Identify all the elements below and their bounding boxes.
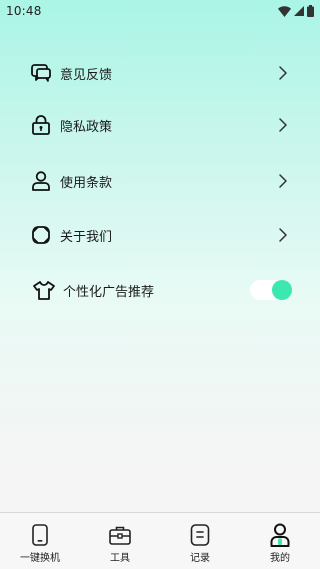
menu-item-label: 个性化广告推荐 xyxy=(63,284,155,300)
menu-item-label: 关于我们 xyxy=(60,229,113,245)
tab-label: 工具 xyxy=(110,553,130,564)
tab-label: 我的 xyxy=(270,553,290,564)
menu-item-personalized-ads: 个性化广告推荐 xyxy=(33,272,292,308)
tab-records[interactable]: 记录 xyxy=(160,513,240,569)
tab-label: 记录 xyxy=(190,553,210,564)
menu-item-privacy-policy[interactable]: 隐私政策 xyxy=(30,107,292,143)
bottom-tab-bar: 一键换机 工具 记录 我的 xyxy=(0,512,320,569)
user-icon xyxy=(30,170,52,192)
tab-mine[interactable]: 我的 xyxy=(240,513,320,569)
status-time: 10:48 xyxy=(6,4,42,18)
lock-icon xyxy=(30,114,52,136)
chevron-right-icon xyxy=(278,117,288,133)
menu-item-about-us[interactable]: 关于我们 xyxy=(30,217,292,253)
tab-one-click-migration[interactable]: 一键换机 xyxy=(0,513,80,569)
shirt-icon xyxy=(33,279,55,301)
personalized-ads-toggle[interactable] xyxy=(250,280,292,300)
menu-item-label: 使用条款 xyxy=(60,175,113,191)
menu-item-feedback[interactable]: 意见反馈 xyxy=(30,55,292,91)
chevron-right-icon xyxy=(278,65,288,81)
wifi-icon xyxy=(278,5,291,17)
phone-icon xyxy=(28,523,52,547)
cellular-signal-icon xyxy=(294,6,304,16)
profile-icon xyxy=(268,523,292,547)
record-icon xyxy=(188,523,212,547)
menu-item-label: 隐私政策 xyxy=(60,119,113,135)
toolbox-icon xyxy=(108,523,132,547)
about-icon xyxy=(30,224,52,246)
toggle-knob xyxy=(272,280,292,300)
status-icons xyxy=(278,4,314,18)
chevron-right-icon xyxy=(278,227,288,243)
menu-item-label: 意见反馈 xyxy=(60,67,113,83)
menu-item-terms-of-use[interactable]: 使用条款 xyxy=(30,163,292,199)
chevron-right-icon xyxy=(278,173,288,189)
tab-tools[interactable]: 工具 xyxy=(80,513,160,569)
feedback-icon xyxy=(30,62,52,84)
status-bar: 10:48 xyxy=(0,0,320,24)
battery-icon xyxy=(307,5,314,17)
tab-label: 一键换机 xyxy=(20,553,60,564)
